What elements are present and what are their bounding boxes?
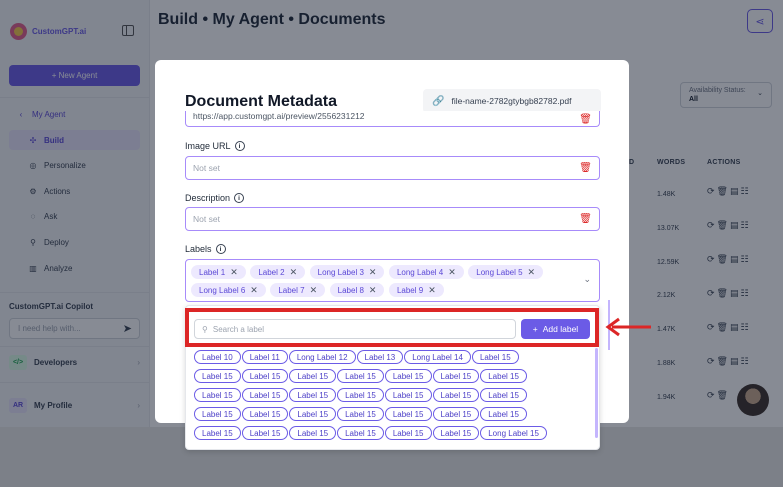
file-name: file-name-2782gtybgb82782.pdf: [451, 96, 572, 106]
chevron-down-icon[interactable]: ⌄: [583, 274, 591, 285]
close-icon[interactable]: ✕: [369, 267, 377, 278]
description-label-text: Description: [185, 193, 231, 203]
chip-text: Long Label 6: [199, 285, 246, 295]
selected-label-chip[interactable]: Label 8 ✕: [329, 283, 385, 297]
label-option[interactable]: Label 15: [337, 407, 384, 421]
label-option[interactable]: Label 15: [432, 407, 480, 421]
trash-icon[interactable]: 🗑: [579, 114, 592, 125]
label-option[interactable]: Label 15: [289, 426, 337, 440]
modal-title: Document Metadata: [185, 93, 338, 110]
close-icon[interactable]: ✕: [290, 267, 298, 278]
close-icon[interactable]: ✕: [428, 285, 436, 296]
label-option[interactable]: Label 15: [194, 407, 241, 421]
label-option[interactable]: Long Label 12: [288, 350, 356, 364]
label-option[interactable]: Label 15: [337, 426, 384, 440]
label-option[interactable]: Label 15: [241, 369, 289, 383]
close-icon[interactable]: ✕: [369, 285, 377, 296]
pointer-arrow-icon: [605, 317, 651, 337]
close-icon[interactable]: ✕: [230, 267, 238, 278]
label-option[interactable]: Label 15: [337, 388, 384, 402]
label-option[interactable]: Label 15: [432, 426, 480, 440]
close-icon[interactable]: ✕: [448, 267, 456, 278]
label-option[interactable]: Label 15: [289, 407, 337, 421]
label-option[interactable]: Label 15: [337, 369, 384, 383]
dropdown-scrollbar[interactable]: [595, 348, 598, 438]
info-icon[interactable]: i: [215, 244, 226, 254]
label-option[interactable]: Label 15: [432, 369, 480, 383]
label-option[interactable]: Label 15: [480, 407, 527, 421]
chip-text: Label 7: [278, 285, 305, 295]
url-field[interactable]: https://app.customgpt.ai/preview/2556231…: [185, 111, 600, 127]
trash-icon[interactable]: 🗑: [579, 214, 592, 225]
image-url-placeholder: Not set: [193, 163, 220, 173]
info-icon[interactable]: i: [234, 141, 245, 151]
selected-label-chip[interactable]: Long Label 4 ✕: [388, 265, 464, 279]
label-option[interactable]: Label 15: [432, 388, 480, 402]
chip-text: Long Label 3: [317, 267, 364, 277]
selected-label-chip[interactable]: Label 1 ✕: [191, 265, 246, 279]
file-name-chip[interactable]: 🔗 file-name-2782gtybgb82782.pdf: [423, 89, 601, 113]
label-option[interactable]: Label 15: [289, 388, 337, 402]
label-option[interactable]: Label 15: [384, 426, 432, 440]
label-option[interactable]: Label 15: [384, 407, 432, 421]
chip-text: Label 9: [396, 285, 424, 295]
close-icon[interactable]: ✕: [250, 285, 258, 296]
chip-text: Label 2: [258, 267, 285, 277]
chip-text: Long Label 4: [396, 267, 444, 277]
label-option[interactable]: Label 15: [384, 388, 432, 402]
labels-multiselect[interactable]: Label 1 ✕ Label 2 ✕ Long Label 3 ✕ Long Lab…: [185, 259, 600, 302]
image-url-label-text: Image URL: [185, 141, 231, 151]
label-option[interactable]: Label 15: [194, 369, 241, 383]
highlight-box: [185, 308, 599, 347]
image-url-input[interactable]: Not set 🗑: [185, 156, 600, 180]
label-option[interactable]: Label 15: [480, 388, 527, 402]
trash-icon[interactable]: 🗑: [579, 163, 592, 174]
selected-label-chip[interactable]: Label 7 ✕: [270, 283, 326, 297]
labels-label-text: Labels: [185, 244, 212, 254]
image-url-label: Image URL i: [185, 141, 245, 151]
description-input[interactable]: Not set 🗑: [185, 207, 600, 231]
selected-label-chip[interactable]: Long Label 3 ✕: [309, 265, 385, 279]
document-metadata-modal: Document Metadata 🔗 file-name-2782gtybgb…: [155, 60, 629, 450]
label-option[interactable]: Label 15: [480, 369, 527, 383]
label-option[interactable]: Label 15: [241, 407, 289, 421]
label-option[interactable]: Label 15: [289, 369, 337, 383]
description-placeholder: Not set: [193, 214, 220, 224]
link-icon: 🔗: [432, 95, 445, 107]
labels-label: Labels i: [185, 244, 226, 254]
chip-text: Label 8: [337, 285, 364, 295]
description-label: Description i: [185, 193, 245, 203]
label-option[interactable]: Long Label 14: [404, 350, 471, 364]
url-value: https://app.customgpt.ai/preview/2556231…: [193, 111, 365, 121]
label-option[interactable]: Long Label 15: [480, 426, 547, 440]
label-option[interactable]: Label 10: [194, 350, 241, 364]
label-option[interactable]: Label 15: [194, 426, 241, 440]
label-options: Label 10 Label 11 Long Label 12 Label 13 Lon…: [194, 348, 590, 443]
close-icon[interactable]: ✕: [310, 285, 318, 296]
label-option[interactable]: Label 15: [471, 350, 519, 364]
close-icon[interactable]: ✕: [528, 267, 536, 278]
selected-label-chip[interactable]: Long Label 5 ✕: [468, 265, 544, 279]
label-option[interactable]: Label 13: [356, 350, 404, 364]
label-option[interactable]: Label 15: [384, 369, 432, 383]
label-option[interactable]: Label 15: [194, 388, 241, 402]
chip-text: Label 1: [199, 267, 226, 277]
info-icon[interactable]: i: [234, 193, 245, 203]
selected-label-chip[interactable]: Label 2 ✕: [250, 265, 306, 279]
label-option[interactable]: Label 15: [241, 388, 289, 402]
selected-label-chip[interactable]: Long Label 6 ✕: [191, 283, 266, 297]
selected-label-chip[interactable]: Label 9 ✕: [388, 283, 444, 297]
chip-text: Long Label 5: [476, 267, 523, 277]
label-option[interactable]: Label 11: [241, 350, 288, 364]
label-option[interactable]: Label 15: [241, 426, 289, 440]
